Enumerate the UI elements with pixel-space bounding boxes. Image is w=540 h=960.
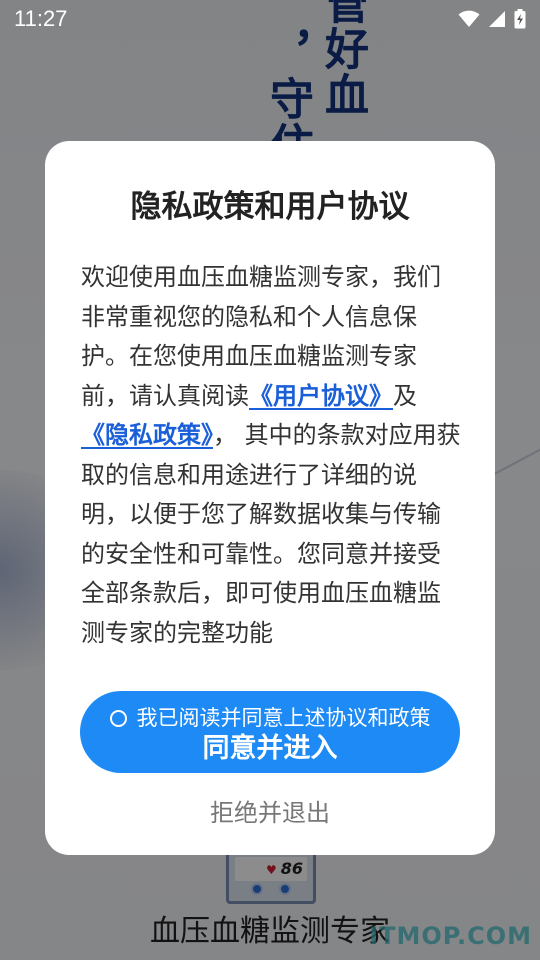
- body-rest-text: ， 其中的条款对应用获取的信息和用途进行了详细的说明，以便于您了解数据收集与传输…: [81, 421, 461, 647]
- user-agreement-link[interactable]: 《用户协议》: [249, 382, 393, 410]
- radio-circle-icon[interactable]: [109, 709, 127, 727]
- agree-button-label: 同意并进入: [202, 733, 338, 764]
- privacy-dialog: 隐私政策和用户协议 欢迎使用血压血糖监测专家，我们非常重视您的隐私和个人信息保护…: [45, 141, 495, 855]
- wifi-icon: [458, 10, 480, 28]
- status-bar: 11:27: [0, 0, 540, 38]
- reject-and-exit-button[interactable]: 拒绝并退出: [45, 796, 495, 830]
- privacy-policy-link[interactable]: 《隐私政策》: [81, 421, 213, 449]
- status-time: 11:27: [14, 6, 68, 31]
- dialog-body-text: 欢迎使用血压血糖监测专家，我们非常重视您的隐私和个人信息保护。在您使用血压血糖监…: [81, 258, 461, 653]
- consent-checkbox[interactable]: 我已阅读并同意上述协议和政策: [80, 704, 460, 732]
- cellular-signal-icon: [488, 10, 506, 28]
- agree-and-enter-button[interactable]: 我已阅读并同意上述协议和政策 同意并进入: [80, 691, 460, 773]
- conjunction-text: 及: [393, 381, 417, 410]
- battery-charging-icon: [514, 9, 526, 29]
- dialog-title: 隐私政策和用户协议: [130, 189, 410, 225]
- consent-checkbox-label: 我已阅读并同意上述协议和政策: [136, 706, 431, 730]
